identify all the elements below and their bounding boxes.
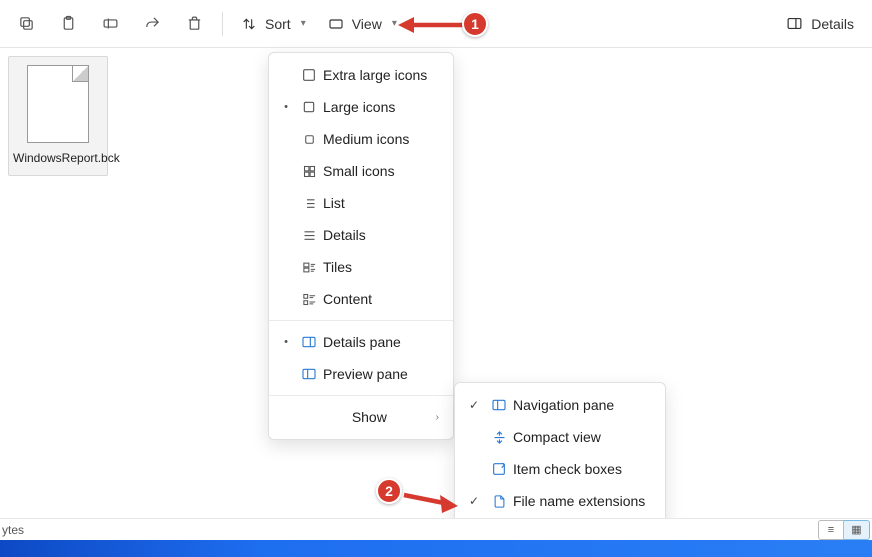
share-button[interactable] bbox=[132, 4, 172, 44]
menu-item-xl-icons[interactable]: Extra large icons bbox=[269, 59, 453, 91]
file-icon bbox=[27, 65, 89, 143]
compact-icon bbox=[485, 430, 513, 445]
menu-item-navigation-pane[interactable]: ✓ Navigation pane bbox=[455, 389, 665, 421]
medium-icons-icon bbox=[295, 132, 323, 147]
menu-item-file-extensions[interactable]: ✓ File name extensions bbox=[455, 485, 665, 517]
toolbar: Sort ▾ View ▾ ⋯ Details bbox=[0, 0, 872, 48]
file-name: WindowsReport.bck bbox=[13, 151, 103, 165]
large-icons-icon bbox=[295, 99, 323, 115]
menu-item-large-icons[interactable]: • Large icons bbox=[269, 91, 453, 123]
windows-taskbar bbox=[0, 540, 872, 557]
small-icons-icon bbox=[295, 164, 323, 179]
menu-item-medium-icons[interactable]: Medium icons bbox=[269, 123, 453, 155]
view-toggle-icons[interactable]: ▦ bbox=[844, 520, 870, 540]
details-label: Details bbox=[811, 16, 854, 32]
delete-button[interactable] bbox=[174, 4, 214, 44]
annotation-badge-2: 2 bbox=[376, 478, 402, 504]
check-icon: ✓ bbox=[463, 494, 485, 508]
toolbar-separator bbox=[222, 12, 223, 36]
menu-separator bbox=[269, 395, 453, 396]
status-bar: ytes ≡ ▦ bbox=[0, 518, 872, 540]
menu-item-checkboxes[interactable]: Item check boxes bbox=[455, 453, 665, 485]
menu-item-details[interactable]: Details bbox=[269, 219, 453, 251]
file-item[interactable]: WindowsReport.bck bbox=[8, 56, 108, 176]
menu-separator bbox=[269, 320, 453, 321]
paste-button[interactable] bbox=[48, 4, 88, 44]
chevron-right-icon: › bbox=[416, 412, 439, 423]
tiles-icon bbox=[295, 260, 323, 275]
details-icon bbox=[295, 228, 323, 243]
view-toggle-details[interactable]: ≡ bbox=[818, 520, 844, 540]
sort-icon bbox=[241, 16, 257, 32]
menu-item-list[interactable]: List bbox=[269, 187, 453, 219]
navpane-icon bbox=[485, 397, 513, 413]
menu-item-preview-pane[interactable]: Preview pane bbox=[269, 358, 453, 390]
view-menu: Extra large icons • Large icons Medium i… bbox=[268, 52, 454, 440]
chevron-down-icon: ▾ bbox=[392, 18, 397, 29]
status-text: ytes bbox=[2, 523, 24, 537]
check-icon: ✓ bbox=[463, 398, 485, 412]
menu-item-tiles[interactable]: Tiles bbox=[269, 251, 453, 283]
chevron-down-icon: ▾ bbox=[301, 18, 306, 29]
copy-button[interactable] bbox=[6, 4, 46, 44]
view-toggle: ≡ ▦ bbox=[818, 520, 870, 540]
view-icon bbox=[328, 16, 344, 32]
more-button[interactable]: ⋯ bbox=[409, 4, 449, 44]
details-pane-icon bbox=[786, 15, 803, 32]
sort-label: Sort bbox=[265, 16, 291, 32]
menu-item-small-icons[interactable]: Small icons bbox=[269, 155, 453, 187]
menu-item-details-pane[interactable]: • Details pane bbox=[269, 326, 453, 358]
sort-dropdown[interactable]: Sort ▾ bbox=[231, 4, 316, 44]
menu-item-show[interactable]: Show › bbox=[269, 401, 453, 433]
rename-button[interactable] bbox=[90, 4, 130, 44]
xl-icons-icon bbox=[295, 67, 323, 83]
details-pane-icon bbox=[295, 334, 323, 350]
preview-pane-icon bbox=[295, 366, 323, 382]
checkboxes-icon bbox=[485, 461, 513, 477]
view-label: View bbox=[352, 16, 382, 32]
details-button[interactable]: Details bbox=[774, 4, 866, 44]
view-dropdown[interactable]: View ▾ bbox=[318, 4, 407, 44]
annotation-arrow-2 bbox=[400, 489, 458, 513]
list-icon bbox=[295, 196, 323, 211]
extensions-icon bbox=[485, 494, 513, 509]
content-icon bbox=[295, 292, 323, 307]
menu-item-compact-view[interactable]: Compact view bbox=[455, 421, 665, 453]
menu-item-content[interactable]: Content bbox=[269, 283, 453, 315]
